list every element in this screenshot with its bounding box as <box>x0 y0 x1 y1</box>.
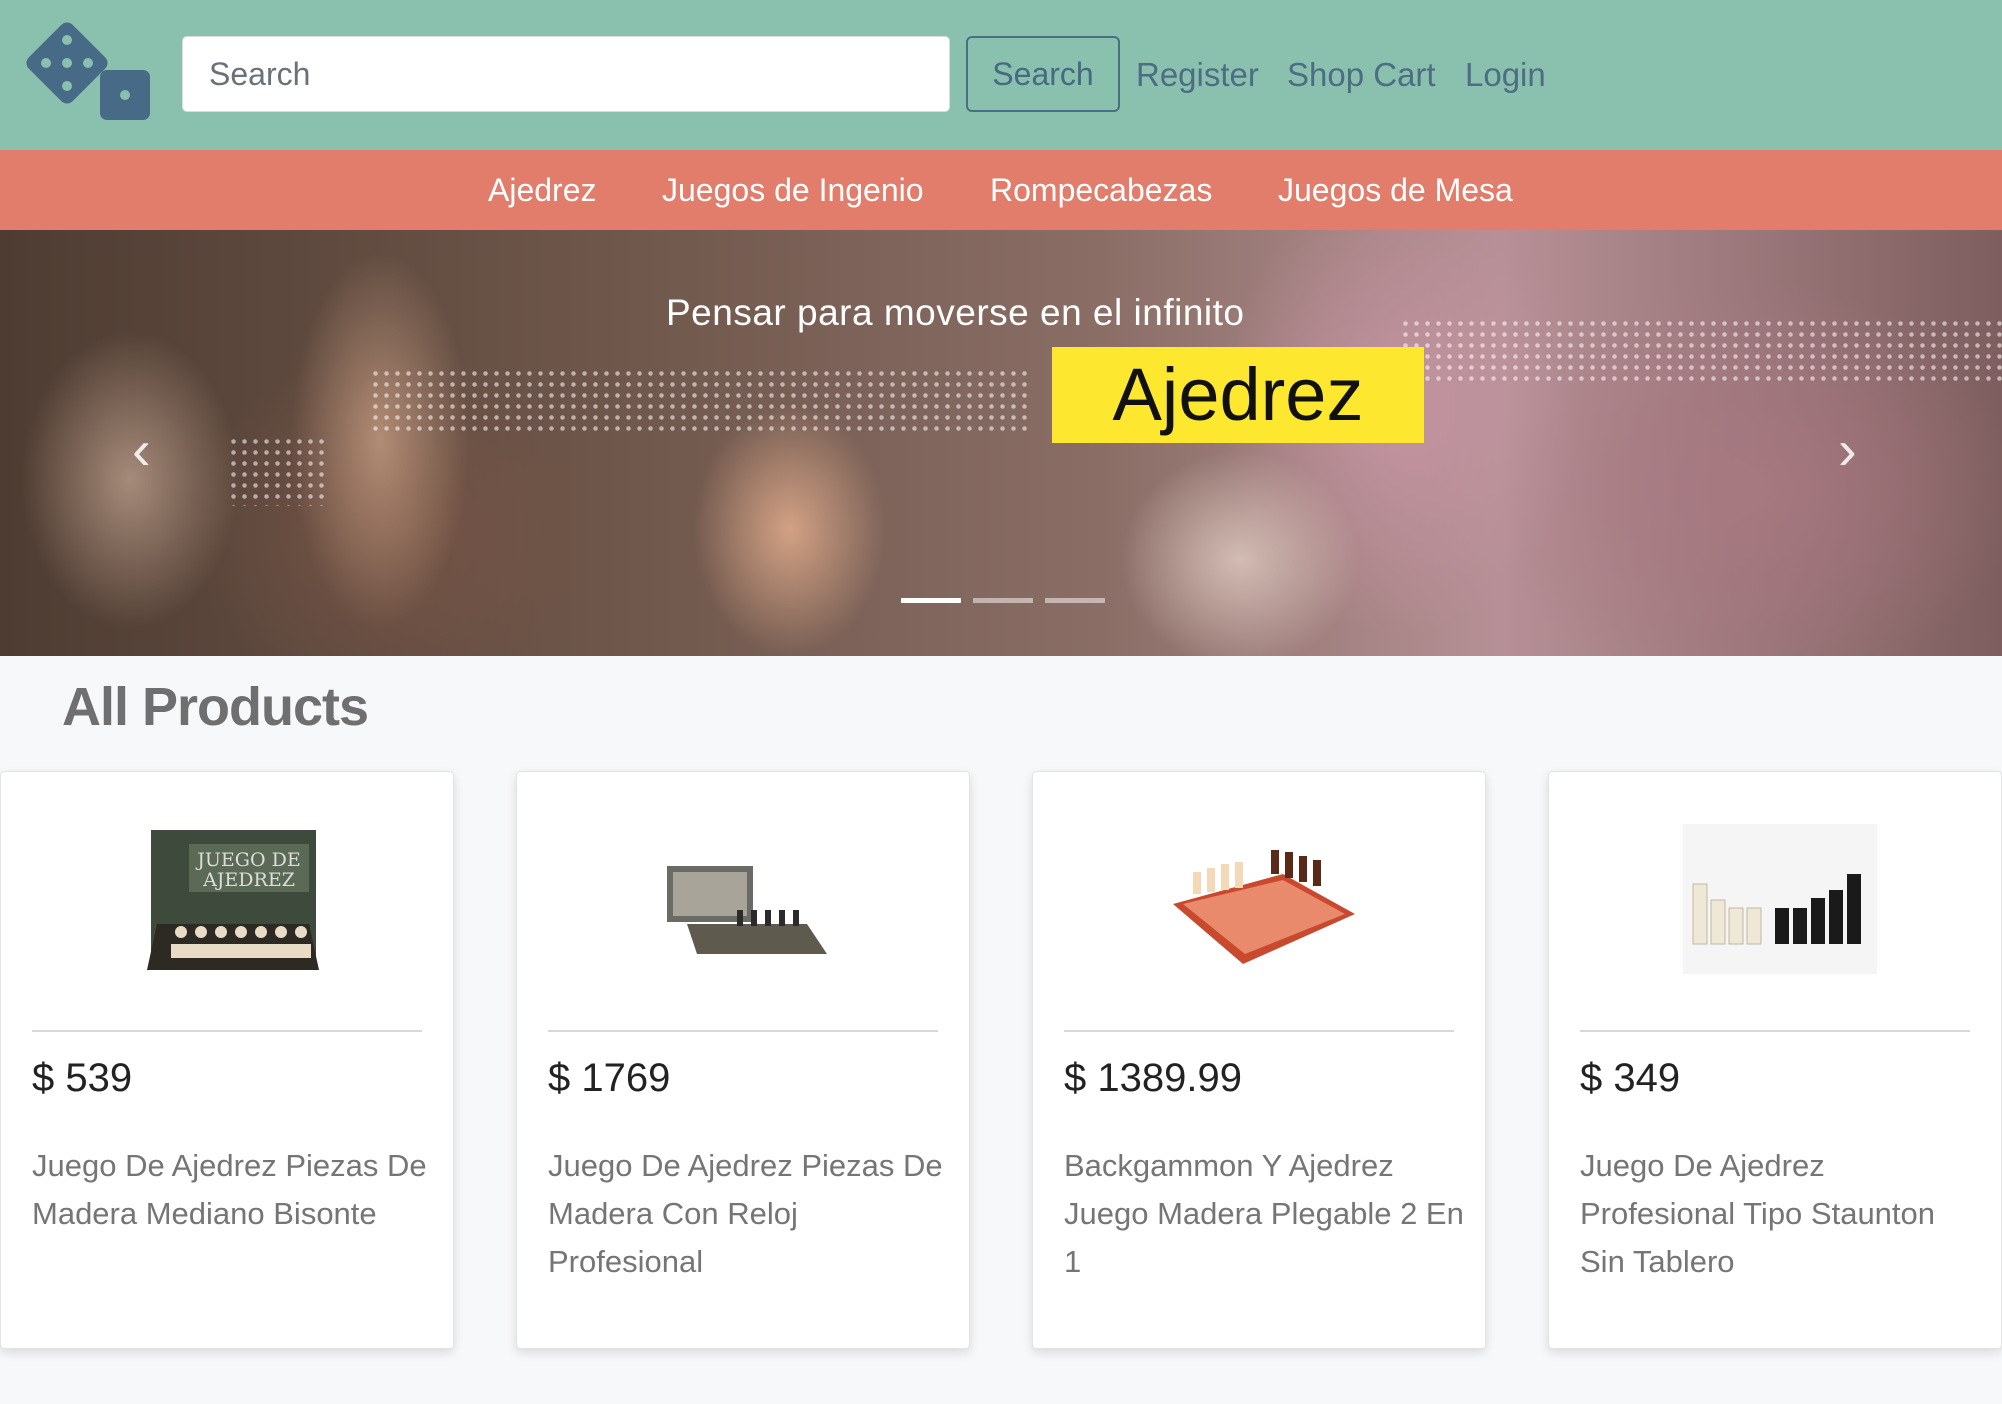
product-card[interactable]: $ 1389.99 Backgammon Y Ajedrez Juego Mad… <box>1032 771 1486 1349</box>
product-title[interactable]: Juego De Ajedrez Profesional Tipo Staunt… <box>1580 1142 1980 1286</box>
product-title[interactable]: Juego De Ajedrez Piezas De Madera Con Re… <box>548 1142 948 1286</box>
product-image <box>667 866 827 954</box>
product-title[interactable]: Juego De Ajedrez Piezas De Madera Median… <box>32 1142 432 1238</box>
carousel-indicator-3[interactable] <box>1045 598 1105 603</box>
dice-icon[interactable] <box>26 22 154 124</box>
chevron-left-icon[interactable]: ‹ <box>132 420 151 480</box>
category-rompecabezas[interactable]: Rompecabezas <box>990 168 1212 212</box>
product-price: $ 1769 <box>548 1056 671 1100</box>
hero-carousel: Pensar para moverse en el infinito Ajedr… <box>0 230 2002 656</box>
category-ajedrez[interactable]: Ajedrez <box>488 168 597 212</box>
category-juegos-de-ingenio[interactable]: Juegos de Ingenio <box>662 168 924 212</box>
card-divider <box>1580 1030 1970 1032</box>
login-link[interactable]: Login <box>1465 52 1546 98</box>
product-image <box>1683 824 1877 974</box>
carousel-indicator-2[interactable] <box>973 598 1033 603</box>
category-nav: Ajedrez Juegos de Ingenio Rompecabezas J… <box>0 150 2002 230</box>
hero-highlight: Ajedrez <box>1052 347 1424 443</box>
category-juegos-de-mesa[interactable]: Juegos de Mesa <box>1278 168 1513 212</box>
svg-text:JUEGO DE: JUEGO DE <box>195 849 300 871</box>
register-link[interactable]: Register <box>1136 52 1259 98</box>
search-input[interactable] <box>182 36 950 112</box>
product-title[interactable]: Backgammon Y Ajedrez Juego Madera Plegab… <box>1064 1142 1464 1286</box>
product-price: $ 349 <box>1580 1056 1681 1100</box>
dot-pattern <box>370 368 1030 434</box>
card-divider <box>32 1030 422 1032</box>
dot-pattern <box>228 436 328 506</box>
carousel-indicator-1[interactable] <box>901 598 961 603</box>
product-card[interactable]: $ 349 Juego De Ajedrez Profesional Tipo … <box>1548 771 2002 1349</box>
product-card[interactable]: $ 1769 Juego De Ajedrez Piezas De Madera… <box>516 771 970 1349</box>
product-image <box>1173 850 1355 964</box>
search-button[interactable]: Search <box>966 36 1120 112</box>
product-image: JUEGO DE AJEDREZ <box>147 830 319 970</box>
shop-cart-link[interactable]: Shop Cart <box>1287 52 1436 98</box>
product-card[interactable]: JUEGO DE AJEDREZ $ 539 Juego De Ajedrez … <box>0 771 454 1349</box>
card-divider <box>1064 1030 1454 1032</box>
card-divider <box>548 1030 938 1032</box>
section-title: All Products <box>62 677 369 737</box>
chevron-right-icon[interactable]: › <box>1838 420 1857 480</box>
dot-pattern <box>1400 318 2002 382</box>
product-price: $ 1389.99 <box>1064 1056 1242 1100</box>
product-price: $ 539 <box>32 1056 133 1100</box>
svg-text:AJEDREZ: AJEDREZ <box>202 869 295 891</box>
hero-tagline: Pensar para moverse en el infinito <box>666 292 1245 333</box>
top-header: Search Register Shop Cart Login <box>0 0 2002 150</box>
